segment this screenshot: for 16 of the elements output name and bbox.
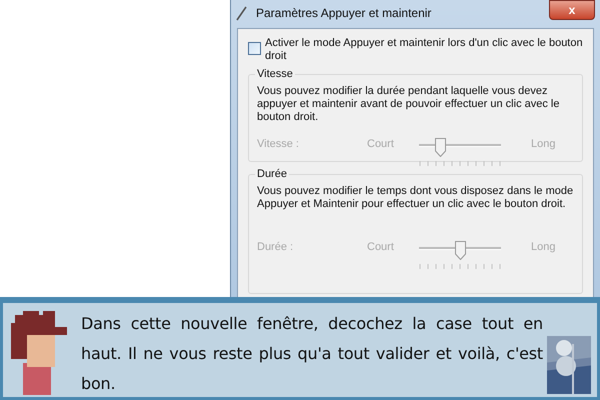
description-text: Vous pouvez modifier le temps dont vous disposez dans le mode Appuyer et Maintenir pour effectuer un clic avec le bouton droit. (257, 185, 574, 211)
pen-icon (236, 5, 248, 21)
max-label: Long (531, 241, 556, 253)
group-title: Vitesse (255, 68, 295, 80)
checkbox[interactable] (248, 42, 261, 55)
slider-label: Durée : (257, 241, 294, 253)
min-label: Court (367, 241, 395, 253)
group-title: Durée (255, 168, 289, 180)
max-label: Long (531, 138, 556, 150)
checkbox-label: Activer le mode Appuyer et maintenir lors d'un clic avec le bouton droit (265, 37, 583, 63)
slider-label: Vitesse : (257, 138, 300, 150)
window-title: Paramètres Appuyer et maintenir (256, 6, 432, 20)
description-text: Vous pouvez modifier la durée pendant laquelle vous devez appuyer et maintenir avant de pouvoir effectuer un clic avec le bouton droit. (257, 85, 560, 124)
close-button[interactable]: x (549, 0, 595, 20)
min-label: Court (367, 138, 395, 150)
dialogue-text: Dans cette nouvelle fenêtre, decochez la case tout en haut. Il ne vous reste plus qu'a tout valider et voilà, c'est bon. (81, 313, 543, 395)
